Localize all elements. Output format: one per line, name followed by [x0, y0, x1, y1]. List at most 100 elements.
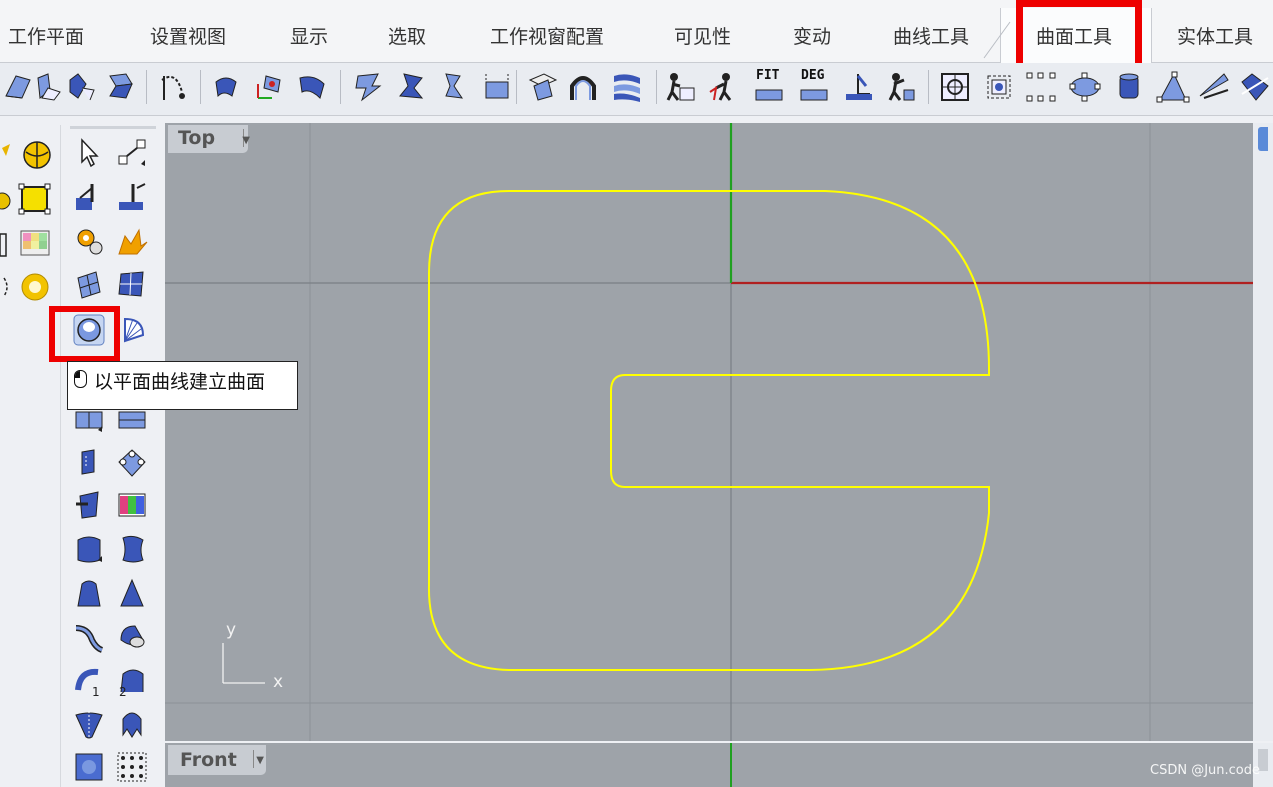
axis-indicator	[222, 643, 265, 684]
viewport-title-front[interactable]: Front ▼	[168, 745, 266, 775]
command-tooltip: 以平面曲线建立曲面	[67, 361, 298, 410]
sweep-one-rail-icon[interactable]: 1	[72, 664, 106, 698]
sweep-icon[interactable]	[610, 70, 644, 104]
viewport-menu-arrow-icon[interactable]: ▼	[256, 755, 264, 766]
more-icon[interactable]	[1238, 70, 1272, 104]
dome-surface-icon[interactable]	[72, 576, 106, 610]
partial-tool-icon[interactable]	[0, 140, 20, 174]
patch-icon[interactable]	[708, 70, 742, 104]
point-on-icon[interactable]	[938, 70, 972, 104]
drape-surface-icon[interactable]	[115, 707, 149, 741]
extrude-curve-icon[interactable]	[72, 446, 106, 480]
cage-icon[interactable]	[1068, 70, 1102, 104]
toolbar-separator	[656, 70, 657, 104]
select-arrow-icon[interactable]	[72, 136, 106, 170]
extrude-plane-icon[interactable]	[115, 180, 149, 214]
rainbow-surface-icon[interactable]	[115, 488, 149, 522]
pipe-surface-icon[interactable]	[72, 620, 106, 654]
tab-set-view[interactable]: 设置视图	[150, 22, 226, 49]
tab-workplane[interactable]: 工作平面	[8, 22, 84, 49]
tab-solid-tools[interactable]: 实体工具	[1177, 22, 1253, 49]
torus-icon[interactable]	[18, 270, 52, 304]
deg-label: DEG	[801, 68, 825, 83]
partial-tool-icon[interactable]	[0, 270, 12, 304]
network-icon[interactable]	[526, 70, 560, 104]
split-icon[interactable]	[252, 70, 286, 104]
match-icon[interactable]	[104, 70, 138, 104]
sphere-icon[interactable]	[20, 138, 54, 172]
rail-revolve-icon[interactable]	[72, 707, 106, 741]
axis-label-y: y	[226, 620, 236, 640]
toolbar-separator	[516, 70, 517, 104]
front-world-z-axis	[730, 743, 732, 787]
mesh-patch-icon[interactable]	[72, 268, 106, 302]
box-icon[interactable]	[18, 182, 52, 216]
unroll-icon[interactable]	[438, 70, 472, 104]
viewport-title-top[interactable]: Top ▼	[168, 125, 250, 153]
svg-text:2: 2	[119, 685, 127, 698]
rebuild-icon[interactable]	[2, 70, 36, 104]
control-points-icon[interactable]	[1024, 70, 1058, 104]
fillet-surface-icon[interactable]	[32, 70, 66, 104]
extract-icon[interactable]	[842, 70, 876, 104]
explode-icon[interactable]	[115, 224, 149, 258]
sidebar-grip[interactable]	[70, 126, 156, 129]
tab-display[interactable]: 显示	[290, 22, 328, 49]
rail-icon[interactable]	[664, 70, 698, 104]
mouse-left-icon	[74, 370, 87, 388]
sphere-patch-icon[interactable]	[115, 620, 149, 654]
partial-tool-icon[interactable]	[0, 228, 10, 262]
viewport-title-separator	[253, 750, 254, 768]
tab-visibility[interactable]: 可见性	[674, 22, 731, 49]
revolve-icon[interactable]	[115, 446, 149, 480]
toolbar-separator	[200, 70, 201, 104]
dir-icon[interactable]	[156, 70, 190, 104]
tab-curve-tools[interactable]: 曲线工具	[893, 22, 969, 49]
point-grid-icon[interactable]	[115, 750, 149, 784]
offset-icon[interactable]	[210, 70, 244, 104]
toolbar-separator	[928, 70, 929, 104]
surface-patch-icon[interactable]	[115, 268, 149, 302]
move-uvn-icon[interactable]	[884, 70, 918, 104]
fan-surface-icon[interactable]	[115, 313, 149, 347]
tab-separator	[983, 21, 1011, 59]
sweep-two-rail-icon[interactable]: 2	[115, 664, 149, 698]
toolbar-separator	[340, 70, 341, 104]
flow-icon[interactable]	[480, 70, 514, 104]
highlight-box-planar-surface	[49, 306, 120, 362]
cylinder-surface-icon[interactable]	[72, 532, 106, 566]
partial-tool-icon[interactable]	[0, 184, 12, 218]
twist-icon[interactable]	[1198, 70, 1232, 104]
top-viewport[interactable]: y x	[165, 123, 1253, 741]
surface-from-edge-icon[interactable]	[72, 180, 106, 214]
toolbar-separator	[146, 70, 147, 104]
heightfield-icon[interactable]	[72, 750, 106, 784]
front-viewport[interactable]	[165, 743, 1253, 787]
viewport-title-top-label: Top	[178, 127, 216, 149]
sweep1-icon[interactable]	[72, 488, 106, 522]
points-icon[interactable]	[982, 70, 1016, 104]
right-viewport-edge	[1253, 123, 1273, 741]
sidebar-divider	[60, 125, 61, 787]
tab-transform[interactable]: 变动	[793, 22, 831, 49]
planar-closed-curve[interactable]	[427, 190, 991, 671]
shear-icon[interactable]	[1156, 70, 1190, 104]
gear-settings-icon[interactable]	[72, 224, 106, 258]
extend-icon[interactable]	[352, 70, 386, 104]
viewport-canvas: y x	[165, 123, 1253, 741]
viewport-title-front-label: Front	[180, 749, 237, 771]
right-panel-tab[interactable]	[1258, 127, 1268, 151]
tab-viewport-layout[interactable]: 工作视窗配置	[490, 22, 604, 49]
scale-icon[interactable]	[115, 136, 149, 170]
axis-label-x: x	[273, 672, 283, 692]
blend-icon[interactable]	[66, 70, 100, 104]
render-mesh-icon[interactable]	[18, 226, 52, 260]
viewport-menu-arrow-icon[interactable]: ▼	[242, 135, 250, 146]
flow-along-icon[interactable]	[1112, 70, 1146, 104]
trim-icon[interactable]	[296, 70, 330, 104]
blob-surface-icon[interactable]	[115, 532, 149, 566]
cone-surface-icon[interactable]	[115, 576, 149, 610]
loft-icon[interactable]	[566, 70, 600, 104]
merge-icon[interactable]	[394, 70, 428, 104]
tab-select[interactable]: 选取	[388, 22, 426, 49]
